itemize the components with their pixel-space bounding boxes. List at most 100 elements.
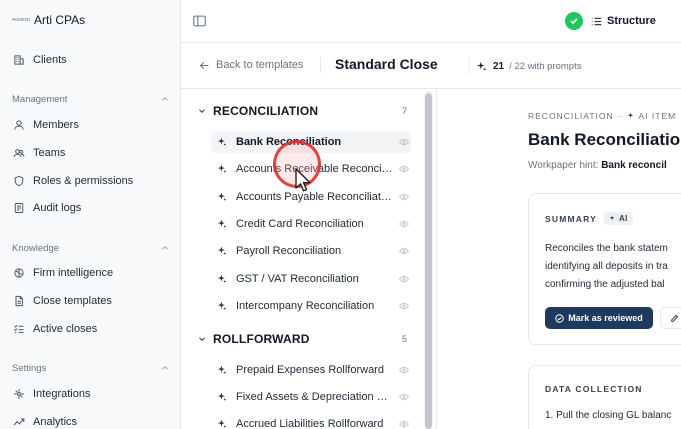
structure-button[interactable]: Structure (591, 12, 656, 30)
plug-icon (12, 387, 26, 401)
summary-text: Reconciles the bank statem identifying a… (545, 240, 681, 294)
chevron-down-icon (199, 109, 205, 114)
trend-icon (12, 415, 26, 429)
brand-logo: Acetech (12, 17, 30, 23)
template-item[interactable]: Fixed Assets & Depreciation Rollforward (211, 386, 411, 408)
list-icon (591, 17, 602, 25)
template-item[interactable]: Intercompany Reconciliation (211, 295, 411, 317)
sparkle-icon (217, 274, 227, 283)
file-list-icon (12, 201, 26, 215)
prompt-count-total: / 22 with prompts (509, 60, 582, 72)
template-item-name: Fixed Assets & Depreciation Rollforward (236, 391, 393, 403)
sidebar-item-close-templates[interactable]: Close templates (12, 291, 170, 311)
sidebar-item-label: Roles & permissions (33, 175, 134, 187)
eye-icon[interactable] (399, 137, 409, 147)
sidebar-toggle-icon[interactable] (193, 15, 206, 27)
review-label: Mark as reviewed (568, 313, 643, 323)
ai-badge: AI (604, 212, 633, 225)
eye-icon[interactable] (399, 392, 409, 402)
section-management[interactable]: Management (12, 92, 170, 106)
sidebar-item-label: Audit logs (33, 202, 82, 214)
sidebar-item-label: Members (33, 119, 79, 131)
group-name: RECONCILIATION (213, 104, 319, 118)
chevron-down-icon (199, 337, 205, 342)
crumb-type: AI ITEM (638, 111, 677, 121)
template-item[interactable]: Prepaid Expenses Rollforward (211, 359, 411, 381)
sidebar-item-active-closes[interactable]: Active closes (12, 319, 170, 339)
eye-icon[interactable] (399, 192, 409, 202)
sidebar-item-members[interactable]: Members (12, 115, 170, 135)
group-header-rollforward[interactable]: ROLLFORWARD 5 (197, 331, 407, 347)
sidebar-item-label: Active closes (33, 323, 98, 335)
ai-badge-label: AI (619, 214, 628, 223)
chevron-up-icon (162, 246, 168, 250)
sparkle-icon (217, 192, 227, 201)
shield-icon (12, 174, 26, 188)
eye-icon[interactable] (399, 164, 409, 174)
sidebar-item-label: Close templates (33, 295, 112, 307)
template-item-name: Accrued Liabilities Rollforward (236, 418, 384, 429)
sparkle-icon (217, 137, 227, 146)
sidebar-item-audit-logs[interactable]: Audit logs (12, 198, 170, 218)
eye-icon[interactable] (399, 219, 409, 229)
sidebar-item-clients[interactable]: Clients (12, 50, 170, 70)
edit-button[interactable] (660, 307, 681, 329)
sparkle-icon (217, 419, 227, 428)
eye-icon[interactable] (399, 246, 409, 256)
org-name: Arti CPAs (34, 13, 86, 27)
sidebar-item-analytics[interactable]: Analytics (12, 412, 170, 429)
section-knowledge[interactable]: Knowledge (12, 241, 170, 255)
eye-icon[interactable] (399, 301, 409, 311)
structure-label: Structure (607, 15, 656, 27)
template-item-name: GST / VAT Reconciliation (236, 273, 359, 285)
arrow-left-icon (199, 61, 209, 69)
data-collection-step: 1. Pull the closing GL balanc (545, 410, 672, 421)
sparkle-icon (217, 365, 227, 374)
sidebar-item-teams[interactable]: Teams (12, 143, 170, 163)
checklist-icon (12, 322, 26, 336)
document-icon (12, 294, 26, 308)
template-header: Back to templates Standard Close 21 / 22… (181, 43, 681, 89)
template-item[interactable]: Accrued Liabilities Rollforward (211, 413, 411, 429)
sidebar-item-label: Clients (33, 54, 67, 66)
back-to-templates-link[interactable]: Back to templates (199, 59, 303, 71)
summary-line: confirming the adjusted bal (545, 279, 665, 290)
section-settings[interactable]: Settings (12, 361, 170, 375)
template-item-name: Prepaid Expenses Rollforward (236, 364, 384, 376)
data-collection-card: DATA COLLECTION 1. Pull the closing GL b… (528, 365, 681, 429)
summary-label: SUMMARY (545, 213, 597, 224)
template-item[interactable]: Payroll Reconciliation (211, 240, 411, 262)
sidebar-item-firm-intelligence[interactable]: Firm intelligence (12, 263, 170, 283)
brain-icon (12, 266, 26, 280)
sidebar-item-integrations[interactable]: Integrations (12, 384, 170, 404)
crumb-section: RECONCILIATION (528, 111, 614, 121)
sidebar-item-roles[interactable]: Roles & permissions (12, 171, 170, 191)
summary-heading: SUMMARY AI (545, 212, 633, 225)
check-icon[interactable] (565, 12, 583, 30)
template-item[interactable]: GST / VAT Reconciliation (211, 268, 411, 290)
mark-as-reviewed-button[interactable]: Mark as reviewed (545, 307, 653, 329)
user-icon (12, 118, 26, 132)
cursor-icon (295, 168, 311, 192)
summary-line: identifying all deposits in tra (545, 261, 668, 272)
chevron-up-icon (162, 97, 168, 101)
template-item-name: Payroll Reconciliation (236, 245, 342, 257)
pencil-icon (670, 314, 678, 322)
eye-icon[interactable] (399, 274, 409, 284)
hint-label: Workpaper hint: (528, 160, 599, 171)
detail-title: Bank Reconciliation (528, 130, 681, 149)
eye-icon[interactable] (399, 419, 409, 429)
template-item[interactable]: Credit Card Reconciliation (211, 213, 411, 235)
org-switcher[interactable]: Acetech Arti CPAs (12, 12, 85, 28)
group-header-reconciliation[interactable]: RECONCILIATION 7 (197, 103, 407, 119)
summary-line: Reconciles the bank statem (545, 243, 668, 254)
scrollbar-thumb[interactable] (425, 93, 432, 429)
eye-icon[interactable] (399, 365, 409, 375)
group-name: ROLLFORWARD (213, 332, 310, 346)
section-label: Management (12, 93, 68, 105)
template-item-name: Bank Reconciliation (236, 136, 342, 148)
sparkle-icon (217, 164, 227, 173)
hint-value: Bank reconcil (601, 160, 667, 171)
sidebar: Acetech Arti CPAs Clients Management Mem… (0, 0, 181, 429)
template-item-list: RECONCILIATION 7 Bank Reconciliation Acc… (181, 89, 437, 429)
